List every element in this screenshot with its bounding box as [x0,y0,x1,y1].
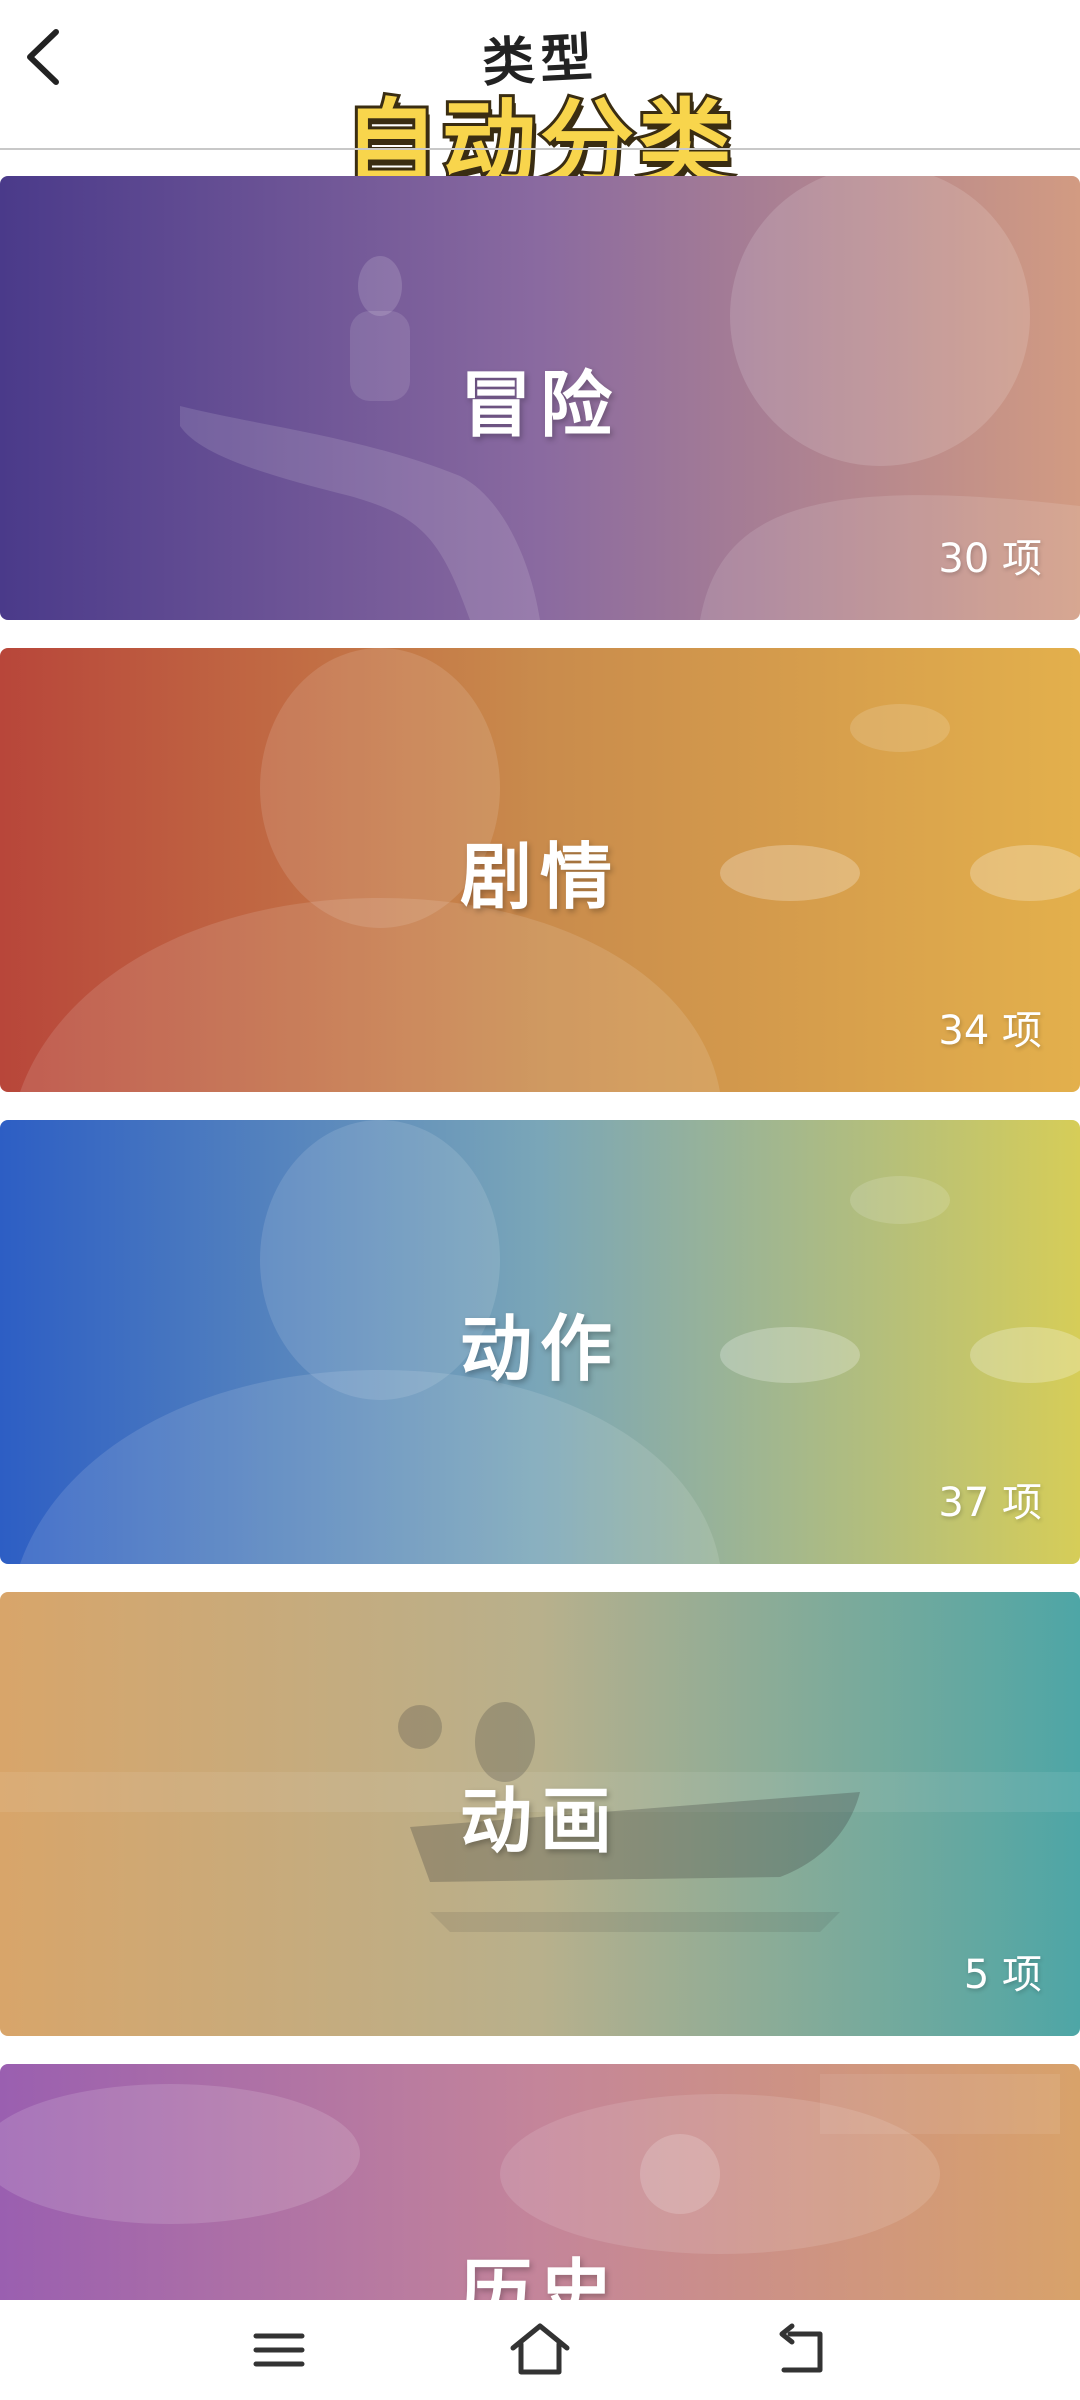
category-label: 动作 [459,1307,620,1391]
category-label: 历史 [459,2251,620,2300]
menu-icon [253,2333,305,2367]
category-count: 5 项 [963,1952,1042,1998]
category-label: 动画 [459,1779,620,1863]
return-button[interactable] [766,2320,836,2380]
category-label: 冒险 [459,363,620,447]
category-card-adventure[interactable]: 冒险 30 项 [0,176,1080,620]
category-card-history[interactable]: 历史 [0,2064,1080,2300]
category-card-drama[interactable]: 剧情 34 项 [0,648,1080,1092]
header-divider [0,148,1080,150]
top-bar: 类型 自动分类 [0,0,1080,202]
category-card-animation[interactable]: 动画 5 项 [0,1592,1080,2036]
category-count: 37 项 [938,1480,1042,1526]
menu-button[interactable] [244,2320,314,2380]
home-button[interactable] [505,2320,575,2380]
category-list: 冒险 30 项 剧情 34 项 动作 37 项 动画 5 项 历史 [0,176,1080,2300]
home-icon [510,2323,570,2375]
category-card-action[interactable]: 动作 37 项 [0,1120,1080,1564]
category-count: 30 项 [938,536,1042,582]
return-icon [779,2323,823,2373]
system-navigation-bar [0,2300,1080,2400]
category-count: 34 项 [938,1008,1042,1054]
category-label: 剧情 [459,835,620,919]
